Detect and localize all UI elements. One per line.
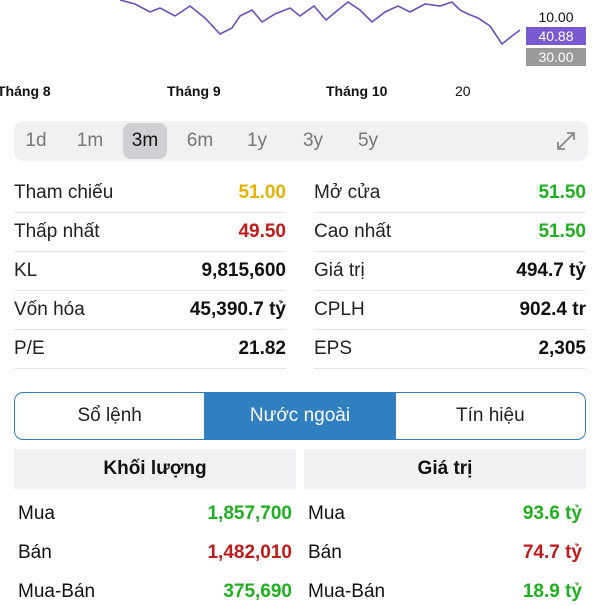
timeframe-1d[interactable]: 1d [14, 123, 58, 159]
stats-row: Tham chiếu 51.00 Mở cửa 51.50 [14, 174, 588, 213]
table-row: Mua-Bán 375,690 [14, 567, 296, 606]
table-header: Giá trị [304, 449, 586, 489]
price-line [119, 0, 521, 46]
row-value: 74.7 tỷ [522, 542, 582, 563]
stat-value: 51.00 [238, 182, 286, 203]
table-header: Khối lượng [14, 449, 296, 489]
stat-value: 2,305 [538, 338, 586, 359]
stats-row: Vốn hóa 45,390.7 tỷ CPLH 902.4 tr [14, 291, 588, 330]
table-row: Mua 93.6 tỷ [304, 489, 586, 528]
row-label: Bán [308, 542, 342, 563]
timeframe-5y[interactable]: 5y [346, 123, 390, 159]
foreign-value-table: Giá trị Mua 93.6 tỷ Bán 74.7 tỷ Mua-Bán 18.… [304, 449, 586, 606]
stat-label: Tham chiếu [14, 182, 114, 203]
row-label: Mua [308, 503, 345, 524]
day-label: 20 [455, 83, 471, 99]
foreign-volume-table: Khối lượng Mua 1,857,700 Bán 1,482,010 Mua… [14, 449, 296, 606]
table-row: Mua-Bán 18.9 tỷ [304, 567, 586, 606]
stats-row: KL 9,815,600 Giá trị 494.7 tỷ [14, 252, 588, 291]
timeframe-selector: 1d 1m 3m 6m 1y 3y 5y [14, 121, 588, 161]
month-label: Tháng 8 [0, 83, 51, 99]
stat-value: 902.4 tr [519, 299, 586, 320]
row-label: Bán [18, 542, 52, 563]
stat-value: 21.82 [238, 338, 286, 359]
stats-row: P/E 21.82 EPS 2,305 [14, 330, 588, 369]
stat-value: 45,390.7 tỷ [189, 299, 286, 320]
month-label: Tháng 10 [326, 83, 388, 99]
row-value: 1,857,700 [207, 503, 292, 524]
stat-label: P/E [14, 338, 45, 359]
stat-label: Mở cửa [314, 182, 381, 203]
month-axis: Tháng 8 Tháng 9 Tháng 10 20 [0, 83, 600, 103]
stat-label: Vốn hóa [14, 299, 85, 320]
tab-foreign[interactable]: Nước ngoài [204, 393, 395, 439]
stats-row: Thấp nhất 49.50 Cao nhất 51.50 [14, 213, 588, 252]
timeframe-3y[interactable]: 3y [291, 123, 335, 159]
stat-value: 51.50 [538, 182, 586, 203]
tab-signals[interactable]: Tín hiệu [394, 393, 585, 439]
row-value: 93.6 tỷ [522, 503, 582, 524]
timeframe-3m[interactable]: 3m [123, 123, 167, 159]
stat-value: 9,815,600 [201, 260, 286, 281]
table-row: Bán 1,482,010 [14, 528, 296, 567]
row-label: Mua [18, 503, 55, 524]
stock-stats: Tham chiếu 51.00 Mở cửa 51.50 Thấp nhất 49.… [14, 174, 588, 369]
stat-label: CPLH [314, 299, 365, 320]
stat-label: EPS [314, 338, 353, 359]
timeframe-6m[interactable]: 6m [178, 123, 222, 159]
timeframe-1y[interactable]: 1y [235, 123, 279, 159]
price-chart[interactable]: 10.00 40.88 30.00 [0, 0, 600, 75]
row-value: 1,482,010 [207, 542, 292, 563]
stat-value: 49.50 [238, 221, 286, 242]
price-line-chart [119, 0, 521, 46]
current-price-badge: 40.88 [526, 27, 586, 45]
axis-label-top: 10.00 [538, 9, 574, 25]
expand-icon[interactable] [554, 129, 578, 153]
month-label: Tháng 9 [167, 83, 221, 99]
stat-label: KL [14, 260, 38, 281]
stat-label: Giá trị [314, 260, 365, 281]
table-row: Mua 1,857,700 [14, 489, 296, 528]
tab-order-book[interactable]: Sổ lệnh [15, 393, 204, 439]
timeframe-1m[interactable]: 1m [68, 123, 112, 159]
stat-label: Thấp nhất [14, 221, 100, 242]
table-row: Bán 74.7 tỷ [304, 528, 586, 567]
axis-label-low: 30.00 [526, 48, 586, 66]
stat-label: Cao nhất [314, 221, 392, 242]
stat-value: 494.7 tỷ [516, 260, 586, 281]
stat-value: 51.50 [538, 221, 586, 242]
detail-tabs: Sổ lệnh Nước ngoài Tín hiệu [14, 392, 586, 440]
